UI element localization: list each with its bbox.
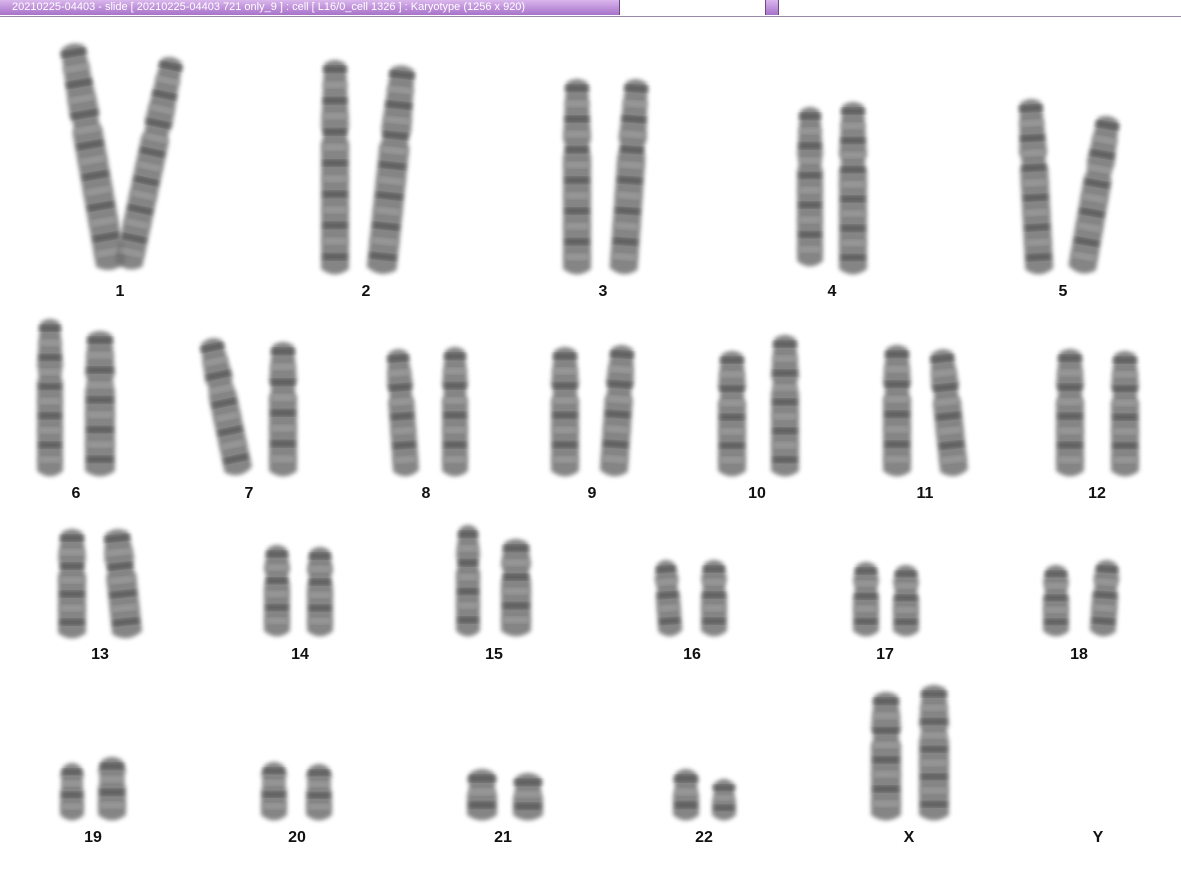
- chromosome-1-1: [60, 43, 126, 271]
- chromosome-pair-12: [1056, 349, 1139, 477]
- chromosome-pair-5: [1018, 99, 1120, 275]
- chromosome-pair-6: [37, 319, 115, 477]
- chromosome-label-6: 6: [71, 485, 81, 502]
- chromosome-pair-20: [261, 762, 332, 821]
- chromosome-19-1: [60, 763, 84, 821]
- chromosome-6-1: [37, 319, 63, 477]
- chromosome-pair-14: [264, 545, 333, 637]
- chromosome-20-2: [306, 764, 332, 821]
- chromosome-label-17: 17: [876, 646, 894, 663]
- chromosome-label-8: 8: [421, 485, 431, 502]
- chromosome-label-5: 5: [1058, 283, 1068, 300]
- chromosome-14-1: [264, 545, 290, 637]
- chromosome-label-9: 9: [587, 485, 597, 502]
- chromosome-3-1: [563, 79, 591, 275]
- chromosome-10-1: [718, 351, 746, 477]
- chromosome-label-19: 19: [84, 829, 102, 846]
- chromosome-X-2: [919, 685, 949, 821]
- chromosome-12-1: [1056, 349, 1084, 477]
- chromosome-label-15: 15: [485, 646, 503, 663]
- chromosome-7-2: [269, 342, 297, 477]
- chromosome-7-1: [199, 338, 253, 476]
- chromosome-11-2: [930, 349, 968, 477]
- chromosome-pair-2: [321, 60, 416, 275]
- chromosome-8-1: [386, 349, 420, 477]
- chromosome-label-X: X: [903, 829, 915, 846]
- chromosome-8-2: [442, 347, 468, 477]
- chromosome-label-Y: Y: [1092, 829, 1104, 846]
- chromosome-pair-13: [58, 529, 143, 639]
- chromosome-label-13: 13: [91, 646, 109, 663]
- chromosome-pair-16: [654, 560, 727, 637]
- title-bar[interactable]: 20210225-04403 - slide [ 20210225-04403 …: [0, 0, 1181, 17]
- chromosome-pair-11: [883, 345, 968, 477]
- window-secondary-tab[interactable]: [765, 0, 779, 15]
- chromosome-label-14: 14: [291, 646, 309, 663]
- chromosome-label-18: 18: [1070, 646, 1088, 663]
- chromosome-label-22: 22: [695, 829, 713, 846]
- chromosome-12-2: [1111, 351, 1139, 477]
- chromosome-11-1: [883, 345, 911, 477]
- chromosome-15-2: [501, 539, 531, 637]
- chromosome-pair-7: [199, 338, 297, 477]
- chromosome-label-1: 1: [115, 283, 125, 300]
- chromosome-label-2: 2: [361, 283, 371, 300]
- chromosome-label-11: 11: [916, 485, 934, 502]
- chromosome-16-2: [701, 560, 727, 637]
- chromosome-16-1: [654, 560, 683, 637]
- chromosome-9-2: [599, 345, 635, 477]
- chromosome-3-2: [609, 79, 649, 275]
- chromosome-pair-X: [871, 685, 949, 821]
- chromosome-22-1: [673, 769, 699, 821]
- chromosome-22-2: [712, 779, 736, 821]
- chromosome-1-2: [114, 57, 184, 270]
- chromosome-18-2: [1089, 560, 1120, 637]
- chromosome-17-1: [853, 562, 879, 637]
- chromosome-20-1: [261, 762, 287, 821]
- chromosome-label-10: 10: [748, 485, 766, 502]
- chromosome-pair-19: [60, 757, 126, 821]
- chromosome-pair-1: [60, 43, 184, 271]
- chromosome-label-7: 7: [244, 485, 254, 502]
- chromosome-13-1: [58, 529, 86, 639]
- chromosome-9-1: [551, 347, 579, 477]
- chromosome-13-2: [103, 529, 143, 639]
- chromosome-X-1: [871, 692, 901, 821]
- chromosome-pair-8: [386, 347, 468, 477]
- chromosome-pair-9: [551, 345, 635, 477]
- chromosome-21-1: [467, 769, 497, 821]
- chromosome-label-20: 20: [288, 829, 306, 846]
- chromosome-14-2: [307, 547, 333, 637]
- window-title-tab[interactable]: 20210225-04403 - slide [ 20210225-04403 …: [0, 0, 620, 15]
- chromosome-5-1: [1018, 99, 1054, 275]
- chromosome-15-1: [456, 525, 480, 637]
- chromosome-label-12: 12: [1088, 485, 1106, 502]
- chromosome-pair-17: [853, 562, 919, 637]
- chromosome-19-2: [98, 757, 126, 821]
- chromosome-pair-3: [563, 79, 649, 275]
- chromosome-pair-22: [673, 769, 736, 821]
- chromosome-label-3: 3: [598, 283, 608, 300]
- chromosome-label-16: 16: [683, 646, 701, 663]
- chromosome-4-1: [797, 107, 823, 267]
- chromosome-21-2: [513, 773, 543, 821]
- chromosome-18-1: [1043, 565, 1069, 637]
- karyotype-canvas: 1 2 3 4 5 6 7 8 9 10 11 12 13 14 15 16 17 18 19 20 21 22 X Y: [0, 17, 1181, 875]
- chromosome-2-1: [321, 60, 349, 275]
- chromosome-pair-4: [797, 102, 867, 275]
- chromosome-5-2: [1068, 115, 1120, 274]
- chromosome-17-2: [893, 565, 919, 637]
- chromosome-4-2: [839, 102, 867, 275]
- chromosome-2-2: [366, 65, 416, 274]
- chromosome-pair-15: [456, 525, 531, 637]
- karyotype-image: [37, 43, 1139, 821]
- chromosome-10-2: [771, 335, 799, 477]
- chromosome-label-4: 4: [827, 283, 837, 300]
- chromosome-pair-18: [1043, 560, 1120, 637]
- chromosome-pair-21: [467, 769, 543, 821]
- chromosome-label-21: 21: [494, 829, 512, 846]
- chromosome-pair-10: [718, 335, 799, 477]
- chromosome-6-2: [85, 331, 115, 477]
